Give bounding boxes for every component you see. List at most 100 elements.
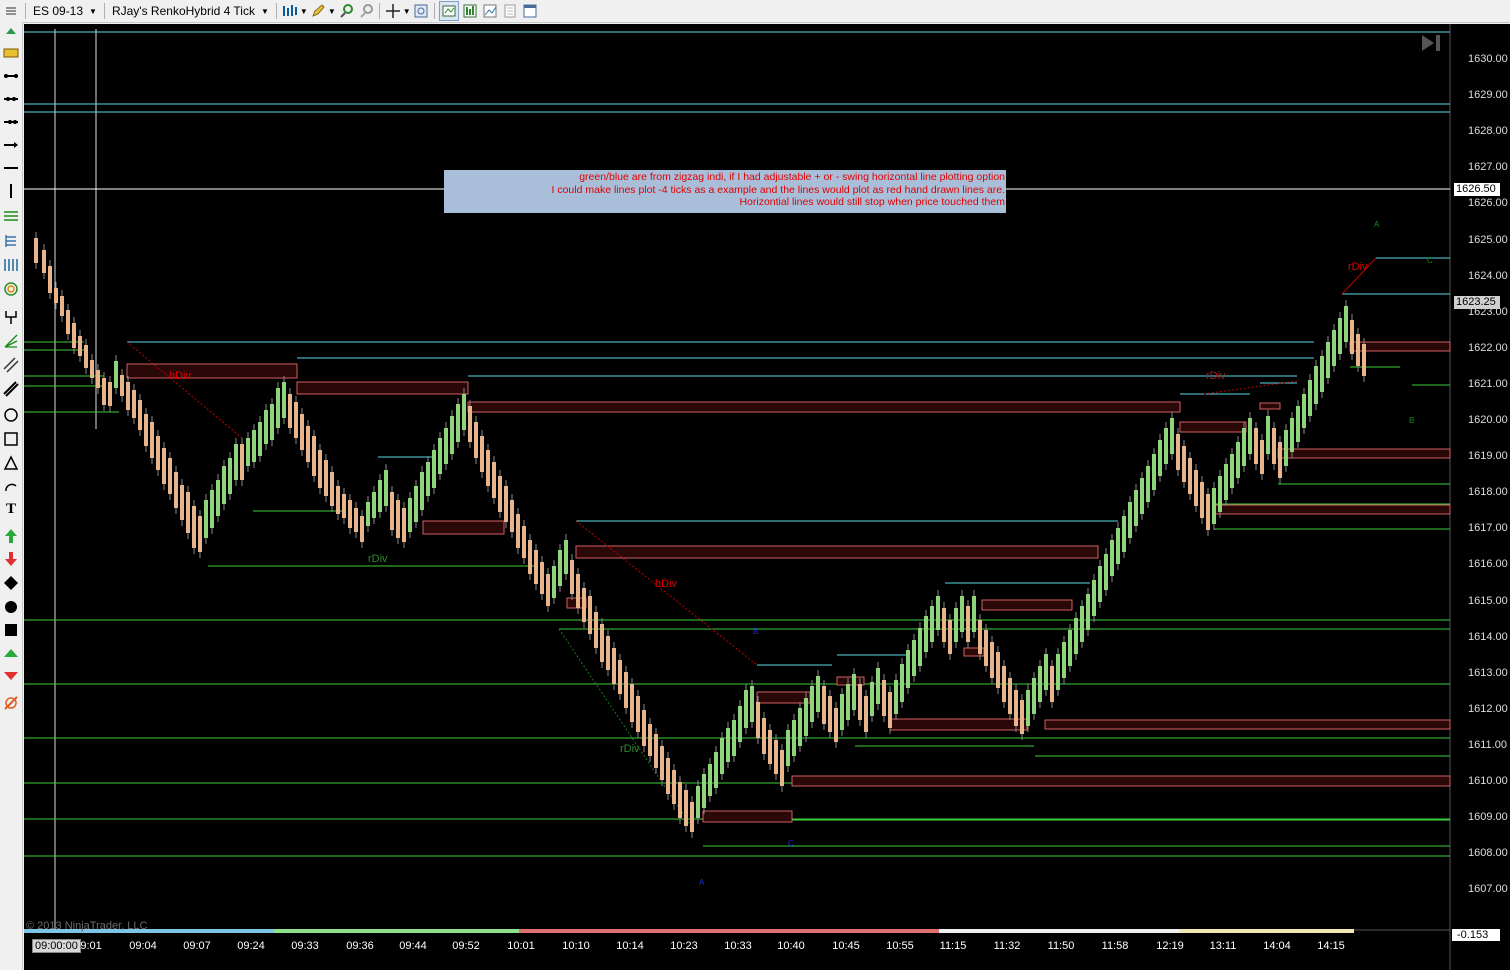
zoom-box-icon[interactable] xyxy=(412,2,430,20)
price-bar xyxy=(1218,476,1222,512)
hdiv-label: hDiv xyxy=(655,578,678,590)
price-bar xyxy=(852,674,856,710)
line-icon[interactable] xyxy=(2,67,20,85)
price-bar xyxy=(288,394,292,428)
price-bar xyxy=(774,740,778,774)
price-bar xyxy=(300,414,304,450)
time-tick-label: 10:55 xyxy=(886,940,914,952)
price-bar xyxy=(648,724,652,756)
time-tick-label: 11:32 xyxy=(993,940,1021,952)
annotation-line: I could make lines plot -4 ticks as a ex… xyxy=(551,183,1006,196)
price-bar xyxy=(612,648,616,684)
data-box-icon[interactable] xyxy=(521,2,539,20)
fib-extension-icon[interactable] xyxy=(2,232,20,250)
zoom-in-icon[interactable] xyxy=(337,2,355,20)
price-chart[interactable] xyxy=(24,24,1510,970)
price-bar xyxy=(630,684,634,722)
price-bar xyxy=(666,758,670,794)
fibonacci-icon[interactable] xyxy=(2,208,20,226)
price-bar xyxy=(930,606,934,642)
triangle-down-icon[interactable] xyxy=(2,667,20,685)
price-bar xyxy=(1026,690,1030,726)
strategy-icon[interactable] xyxy=(438,1,459,21)
price-bar xyxy=(318,450,322,488)
price-bar xyxy=(882,680,886,716)
bar-style-icon[interactable] xyxy=(281,2,299,20)
price-bar xyxy=(1110,540,1114,576)
price-bar xyxy=(1182,446,1186,482)
price-bar xyxy=(1032,678,1036,714)
gann-icon[interactable] xyxy=(2,256,20,274)
menu-grip-icon[interactable] xyxy=(0,1,22,21)
indicators-icon[interactable] xyxy=(461,2,479,20)
square-icon[interactable] xyxy=(2,621,20,639)
chart-trader-icon[interactable] xyxy=(481,2,499,20)
chevron-down-icon[interactable]: ▼ xyxy=(300,7,308,16)
instrument-selector[interactable]: ES 09-13 ▼ xyxy=(29,1,101,21)
chevron-down-icon[interactable]: ▼ xyxy=(403,7,411,16)
scroll-to-end-icon[interactable] xyxy=(1420,33,1442,56)
scroll-up-icon[interactable] xyxy=(2,22,20,40)
hand-drawn-level-box xyxy=(422,520,505,535)
chevron-down-icon[interactable]: ▼ xyxy=(328,7,336,16)
rectangle-icon[interactable] xyxy=(2,430,20,448)
price-bar xyxy=(636,696,640,732)
ruler-icon[interactable] xyxy=(2,44,20,62)
price-bar xyxy=(132,390,136,418)
price-bar xyxy=(42,250,46,273)
chart-panel[interactable]: green/blue are from zigzag indi, if I ha… xyxy=(24,24,1510,970)
arrow-line-icon[interactable] xyxy=(2,136,20,154)
arc-icon[interactable] xyxy=(2,477,20,495)
price-bar xyxy=(1314,366,1318,404)
price-tick-label: 1621.00 xyxy=(1468,377,1508,390)
zoom-out-icon[interactable] xyxy=(357,2,375,20)
triangle-icon[interactable] xyxy=(2,454,20,472)
ray-icon[interactable] xyxy=(2,90,20,108)
price-bar xyxy=(366,502,370,526)
regression-channel-icon[interactable] xyxy=(2,332,20,350)
drawing-pencil-icon[interactable] xyxy=(309,2,327,20)
bar-type-selector[interactable]: RJay's RenkoHybrid 4 Tick ▼ xyxy=(108,1,273,21)
vertical-line-icon[interactable] xyxy=(2,182,20,200)
annotation-textbox[interactable]: green/blue are from zigzag indi, if I ha… xyxy=(444,170,1006,213)
price-bar xyxy=(1122,516,1126,552)
triangle-up-icon[interactable] xyxy=(2,644,20,662)
price-bar xyxy=(1254,428,1258,464)
price-bar xyxy=(306,426,310,462)
arrow-up-icon[interactable] xyxy=(2,527,20,545)
price-bar xyxy=(744,690,748,728)
spiral-icon[interactable] xyxy=(2,280,20,298)
price-bar xyxy=(126,382,130,410)
parallel-channel-icon[interactable] xyxy=(2,356,20,374)
price-bar xyxy=(1200,482,1204,518)
wave-label: B xyxy=(753,627,759,636)
price-bar xyxy=(780,750,784,786)
price-bar xyxy=(516,514,520,548)
ellipse-icon[interactable] xyxy=(2,406,20,424)
price-tick-label: 1627.00 xyxy=(1468,161,1508,174)
time-tick-label: 09:33 xyxy=(291,940,319,952)
text-icon[interactable]: T xyxy=(2,500,20,518)
price-bar xyxy=(426,462,430,496)
horizontal-line-icon[interactable] xyxy=(2,159,20,177)
diamond-icon[interactable] xyxy=(2,574,20,592)
price-tick-label: 1619.00 xyxy=(1468,450,1508,463)
dot-icon[interactable] xyxy=(2,598,20,616)
arrow-down-icon[interactable] xyxy=(2,550,20,568)
price-bar xyxy=(414,486,418,522)
remove-drawing-icon[interactable] xyxy=(2,694,20,712)
extended-line-icon[interactable] xyxy=(2,113,20,131)
time-tick-label: 09:44 xyxy=(399,940,427,952)
price-bar xyxy=(594,612,598,648)
price-bar xyxy=(240,444,244,480)
properties-icon[interactable] xyxy=(501,2,519,20)
price-tick-label: 1622.00 xyxy=(1468,341,1508,354)
crosshair-icon[interactable] xyxy=(384,2,402,20)
andrews-pitchfork-icon[interactable] xyxy=(2,308,20,326)
hand-drawn-level-box xyxy=(889,718,1028,731)
time-tick-label: 11:58 xyxy=(1101,940,1129,952)
trend-channel-icon[interactable] xyxy=(2,380,20,398)
price-tick-label: 1628.00 xyxy=(1468,125,1508,138)
price-bar xyxy=(264,410,268,444)
hand-drawn-level-box xyxy=(575,545,1099,559)
